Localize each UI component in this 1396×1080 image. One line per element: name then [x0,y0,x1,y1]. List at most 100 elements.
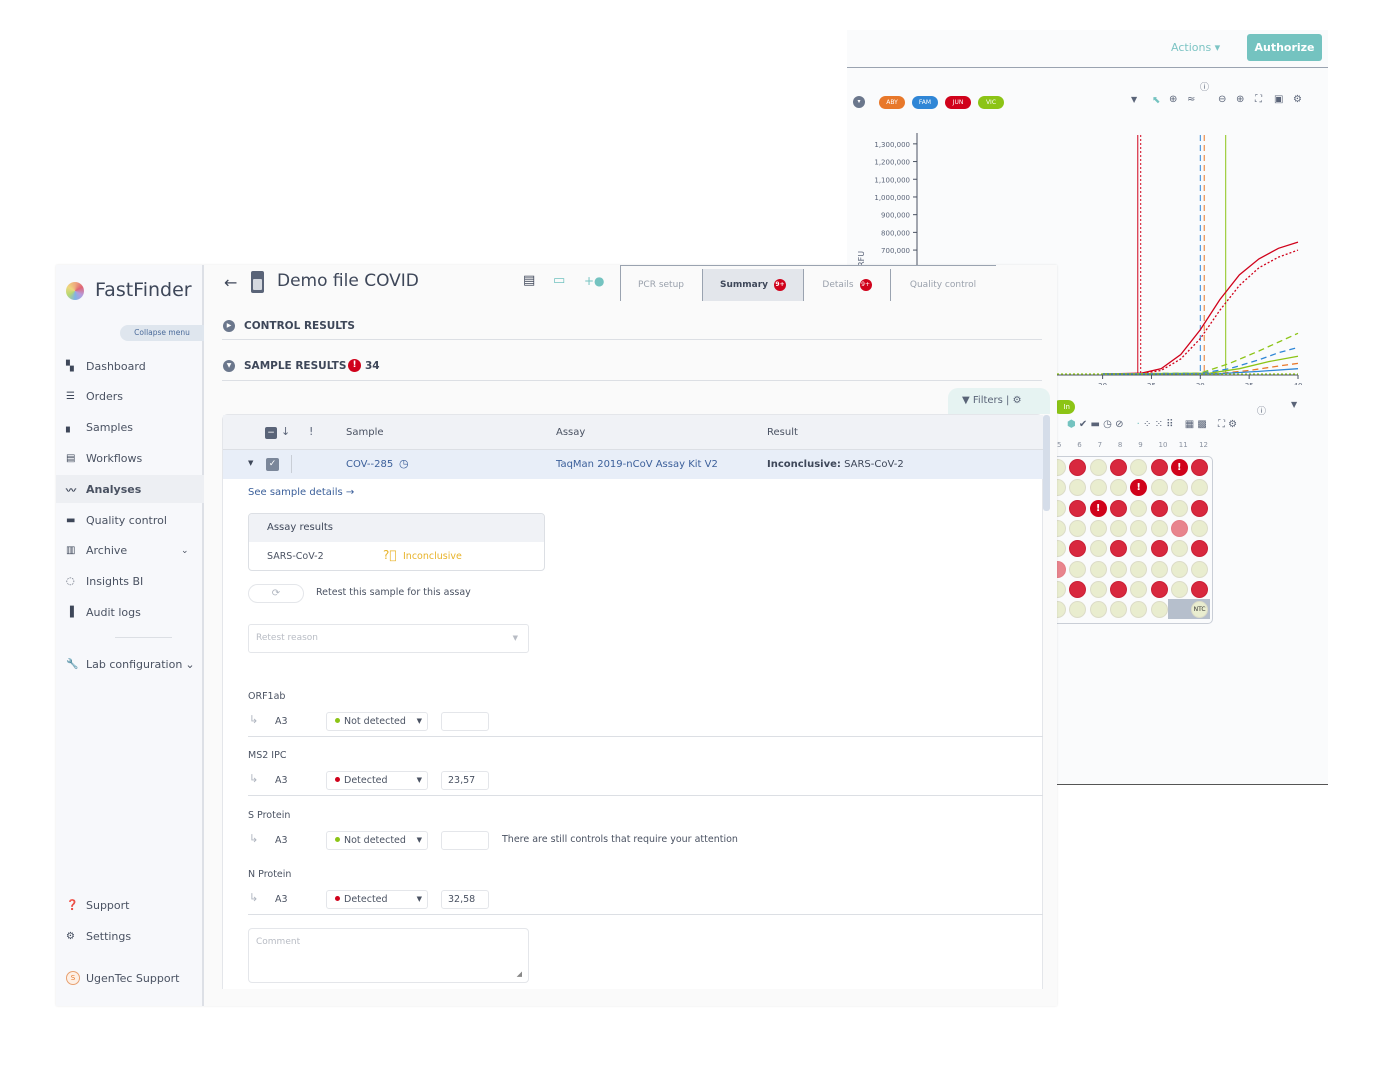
tab-quality-control[interactable]: Quality control [891,269,995,301]
sidebar-item-analyses[interactable]: 〰 Analyses [56,475,204,504]
select-all-checkbox[interactable]: − [265,427,277,439]
fullscreen-icon[interactable]: ⛶ [1218,419,1225,430]
chevron-down-icon[interactable]: ⌄ [181,546,189,556]
call-select-ms2-ipc[interactable]: Detected ▼ [326,771,428,791]
resize-handle-icon[interactable]: ◢ [517,970,522,978]
plate-well[interactable] [1170,560,1188,578]
actions-dropdown[interactable]: Actions ▾ [1171,41,1220,54]
column-header-assay[interactable]: Assay [556,427,585,438]
sidebar-item-lab-configuration[interactable]: 🔧 Lab configuration ⌄ [56,650,204,678]
control-results-heading[interactable]: CONTROL RESULTS [244,320,355,332]
collapse-menu-button[interactable]: Collapse menu [120,325,204,341]
info-icon[interactable]: ⓘ [1200,80,1209,93]
plate-well[interactable] [1150,499,1168,517]
plate-well[interactable] [1109,580,1127,598]
column-header-sample[interactable]: Sample [346,427,384,438]
zoom-area-icon[interactable]: ⊕ [1169,94,1177,105]
plate-well[interactable] [1191,560,1209,578]
zoom-in-icon[interactable]: ⊕ [1236,94,1244,105]
info-icon[interactable]: ⓘ [1257,404,1266,417]
alert-column-icon[interactable]: ! [309,425,313,438]
plate-well[interactable] [1150,459,1168,476]
excluded-filter-icon[interactable]: ⊘ [1115,419,1123,430]
expand-icon[interactable]: ▶ [223,320,235,332]
plate-well[interactable] [1150,580,1168,598]
plate-well[interactable] [1170,580,1188,598]
dye-filter-vic[interactable]: VIC [978,96,1004,109]
comment-textarea[interactable]: Comment ◢ [248,928,529,983]
assay-link[interactable]: TaqMan 2019-nCoV Assay Kit V2 [556,459,718,470]
plate-well[interactable] [1130,519,1148,537]
chevron-down-icon[interactable]: ▼ [1131,95,1137,104]
plate-well[interactable] [1109,560,1127,578]
zoom-out-icon[interactable]: ⊖ [1218,94,1226,105]
plate-well[interactable] [1191,519,1209,537]
collapse-icon[interactable]: ▼ [223,360,235,372]
grid-96-icon[interactable]: ▦ [1185,419,1194,430]
plate-well[interactable] [1109,499,1127,517]
scrollbar[interactable] [1043,415,1050,511]
column-header-result[interactable]: Result [767,427,798,438]
history-filter-icon[interactable]: ◷ [1103,419,1112,430]
plate-well[interactable]: ! [1089,499,1107,517]
sample-results-heading[interactable]: SAMPLE RESULTS [244,360,346,372]
plate-well[interactable] [1130,499,1148,517]
group-6-icon[interactable]: ⁙ [1155,419,1163,430]
sample-id-link[interactable]: COV--285 [346,459,393,470]
plate-well[interactable] [1130,560,1148,578]
call-select-orf1ab[interactable]: Not detected ▼ [326,712,428,731]
sidebar-item-dashboard[interactable]: ▚ Dashboard [56,352,204,380]
plate-well[interactable] [1109,540,1127,558]
row-checkbox[interactable]: ✓ [266,458,279,471]
plate-well[interactable] [1089,560,1107,578]
tab-details[interactable]: Details 9+ [804,269,891,301]
plate-well[interactable] [1130,580,1148,598]
chevron-down-icon[interactable]: ▼ [1291,400,1297,409]
retest-reason-select[interactable]: Retest reason ▼ [248,624,529,653]
select-cursor-icon[interactable]: ⬉ [1152,95,1160,106]
plate-well[interactable] [1191,580,1209,598]
back-arrow-icon[interactable]: ← [224,273,237,292]
collapse-dyes-icon[interactable]: ▾ [853,96,865,108]
gear-icon[interactable]: ⚙ [1293,94,1302,105]
plate-well[interactable] [1170,519,1188,537]
sidebar-item-orders[interactable]: ☰ Orders [56,383,204,411]
plate-well[interactable] [1170,540,1188,558]
plate-well[interactable] [1109,459,1127,476]
sidebar-item-workflows[interactable]: ▤ Workflows [56,444,204,472]
ct-value-field-s-protein[interactable] [441,830,489,850]
grid-384-icon[interactable]: ▩ [1197,419,1206,430]
authorize-button[interactable]: Authorize [1247,34,1322,61]
pan-icon[interactable]: ≈ [1187,94,1195,105]
plate-well[interactable] [1191,499,1209,517]
plate-well[interactable] [1069,499,1087,517]
tab-summary[interactable]: Summary 9+ [703,269,804,301]
tab-pcr-setup[interactable]: PCR setup [620,269,703,301]
gear-icon[interactable]: ⚙ [1013,395,1022,406]
see-sample-details-link[interactable]: See sample details → [248,487,354,498]
save-icon[interactable]: ▣ [1274,94,1283,105]
plate-well[interactable] [1089,580,1107,598]
single-well-icon[interactable]: · [1137,419,1140,430]
sidebar-item-settings[interactable]: ⚙ Settings [56,922,204,950]
sidebar-item-samples[interactable]: ▖ Samples [56,414,204,442]
gear-icon[interactable]: ⚙ [1228,419,1237,430]
plate-well[interactable] [1150,479,1168,497]
sidebar-item-quality-control[interactable]: ▬ Quality control [56,506,204,534]
comment-icon[interactable]: ▤ [523,273,535,288]
sidebar-item-archive[interactable]: ▥ Archive ⌄ [56,537,204,565]
ct-value-field-n-protein[interactable]: 32,58 [441,889,489,909]
group-4-icon[interactable]: ⁘ [1143,419,1151,430]
plate-well[interactable] [1170,479,1188,497]
retest-toggle[interactable]: ⟳ [248,584,304,603]
group-2-icon[interactable]: ⠿ [1166,419,1173,430]
filters-button[interactable]: ▼ Filters | ⚙ [948,388,1050,414]
expand-row-icon[interactable]: ▼ [248,459,253,467]
sidebar-item-insights-bi[interactable]: ◌ Insights BI [56,568,204,596]
plate-well[interactable] [1069,580,1087,598]
sidebar-item-support[interactable]: ❓ Support [56,891,204,919]
call-select-n-protein[interactable]: Detected ▼ [326,889,428,909]
sidebar-item-audit-logs[interactable]: ▐ Audit logs [56,598,204,626]
plate-well[interactable] [1150,560,1168,578]
plate-well[interactable] [1191,459,1209,476]
